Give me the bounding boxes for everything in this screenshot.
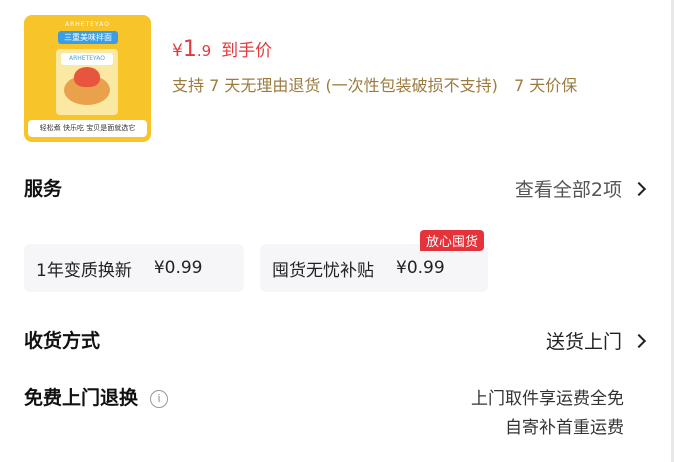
mascot-image: [74, 67, 100, 87]
free-return-label: 免费上门退换: [24, 387, 139, 409]
thumb-brand-text: ARHETEYAO: [65, 21, 110, 28]
delivery-method-link[interactable]: 送货上门: [545, 327, 647, 354]
free-return-self-send-text: 自寄补首重运费: [505, 418, 624, 438]
guarantee-text: 支持 7 天无理由退货 (一次性包装破损不支持) 7 天价保: [172, 72, 577, 96]
chevron-right-icon: [631, 333, 647, 348]
free-return-pickup-text: 上门取件享运费全免: [471, 389, 624, 409]
price-label: 到手价: [221, 41, 273, 61]
service-card-price: ¥0.99: [153, 258, 203, 278]
price-currency: ¥: [172, 41, 183, 61]
price-protection: 7 天价保: [513, 76, 578, 95]
service-card-name: 囤货无忧补贴: [272, 260, 374, 281]
price-decimal: .9: [196, 42, 212, 60]
thumb-package-window: ARHETEYAO: [56, 49, 118, 115]
service-title: 服务: [24, 178, 63, 200]
service-view-all-label: 查看全部2项: [514, 179, 622, 201]
service-card-subsidy[interactable]: 囤货无忧补贴 ¥0.99: [260, 244, 488, 292]
final-price: ¥ 1 .9 到手价: [172, 36, 272, 62]
product-thumbnail[interactable]: ARHETEYAO 三重美味拌面 ARHETEYAO 轻松煮 快乐吃 宝贝是面就…: [24, 15, 151, 142]
delivery-title: 收货方式: [24, 330, 101, 352]
service-badge: 放心囤货: [420, 230, 485, 251]
service-card-name: 1年变质换新: [36, 260, 132, 281]
thumb-tag: 三重美味拌面: [58, 31, 118, 44]
delivery-method-value: 送货上门: [545, 331, 622, 353]
info-icon[interactable]: i: [150, 389, 169, 408]
chevron-right-icon: [631, 181, 647, 196]
service-card-freshness[interactable]: 1年变质换新 ¥0.99: [24, 244, 244, 292]
thumb-label: ARHETEYAO: [61, 53, 113, 65]
thumb-slogan: 轻松煮 快乐吃 宝贝是面就选它: [28, 120, 147, 137]
return-policy: 支持 7 天无理由退货 (一次性包装破损不支持): [172, 76, 498, 95]
price-integer: 1: [182, 37, 197, 62]
service-view-all-link[interactable]: 查看全部2项: [514, 175, 647, 202]
free-return-title: 免费上门退换 i: [24, 383, 169, 410]
service-card-price: ¥0.99: [396, 258, 445, 278]
